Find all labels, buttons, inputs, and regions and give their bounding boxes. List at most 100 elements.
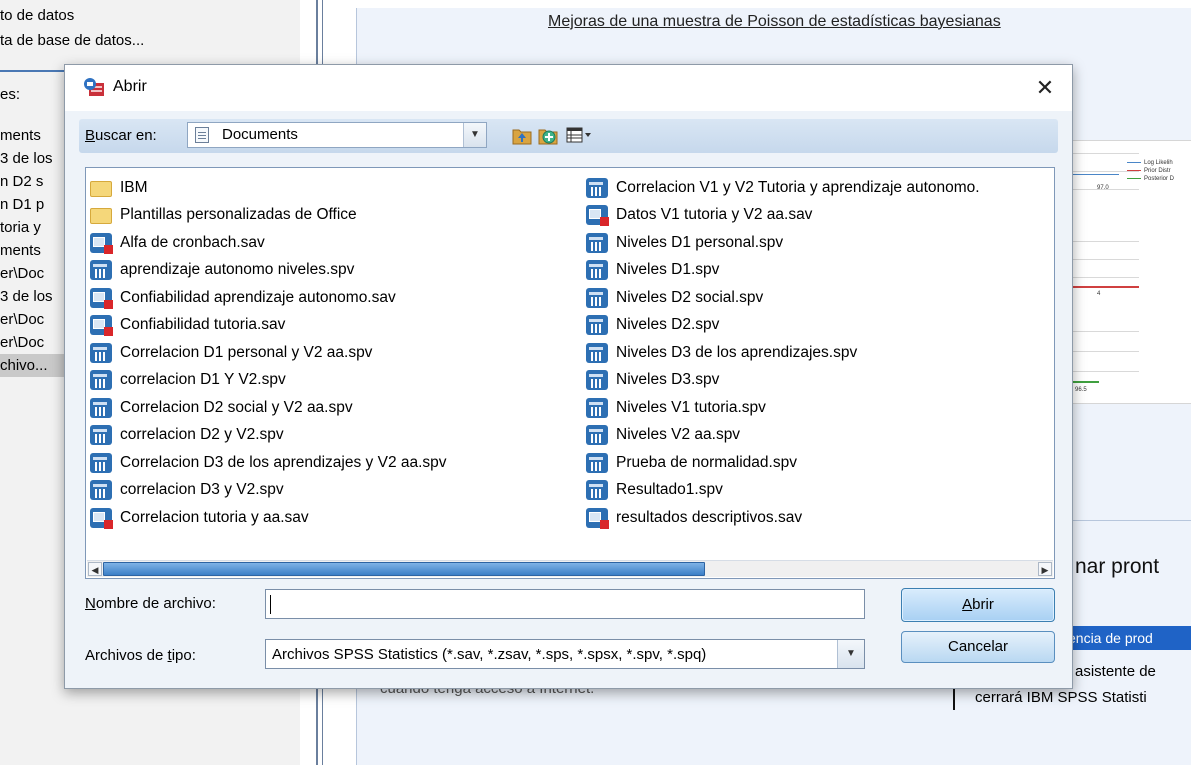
close-icon: ✕ xyxy=(1035,75,1055,100)
close-button[interactable]: ✕ xyxy=(1032,75,1058,101)
file-name: Correlacion V1 y V2 Tutoria y aprendizaj… xyxy=(616,178,980,196)
bg-blue-action-button[interactable]: encia de prod xyxy=(1060,626,1191,650)
look-in-label: Buscar en: xyxy=(85,127,157,144)
bg-recent-item[interactable]: ments xyxy=(0,124,64,147)
file-list-item[interactable]: Alfa de cronbach.sav xyxy=(90,229,580,257)
file-list-column: IBM Plantillas personalizadas de Office Al… xyxy=(90,174,580,532)
bg-recent-item[interactable]: er\Doc xyxy=(0,331,64,354)
open-button[interactable]: Abrir xyxy=(901,588,1055,622)
chevron-down-icon[interactable]: ▼ xyxy=(837,640,864,668)
file-list-item[interactable]: correlacion D2 y V2.spv xyxy=(90,422,580,450)
bg-prompt-heading: nar pront xyxy=(1075,555,1160,578)
file-list-item[interactable]: Datos V1 tutoria y V2 aa.sav xyxy=(586,202,1051,230)
new-folder-icon[interactable] xyxy=(537,124,559,146)
bg-menu-item-data[interactable]: to de datos xyxy=(0,7,74,24)
bg-recent-item[interactable]: 3 de los xyxy=(0,285,64,308)
bg-separator xyxy=(0,70,64,72)
bg-recent-item[interactable]: n D2 s xyxy=(0,170,64,193)
file-name: correlacion D1 Y V2.spv xyxy=(120,371,286,389)
file-list-item[interactable]: Niveles V1 tutoria.spv xyxy=(586,394,1051,422)
file-name: Prueba de normalidad.spv xyxy=(616,453,797,471)
chevron-down-icon[interactable]: ▼ xyxy=(463,123,486,147)
bg-recent-item[interactable]: er\Doc xyxy=(0,308,64,331)
bg-viewer-title[interactable]: Mejoras de una muestra de Poisson de est… xyxy=(548,13,1001,31)
file-type-label: Archivos de tipo: xyxy=(85,647,196,664)
file-list-item[interactable]: resultados descriptivos.sav xyxy=(586,504,1051,532)
up-folder-icon[interactable] xyxy=(511,124,533,146)
file-list-item[interactable]: correlacion D1 Y V2.spv xyxy=(90,367,580,395)
documents-icon xyxy=(195,127,209,143)
file-type-dropdown[interactable]: Archivos SPSS Statistics (*.sav, *.zsav,… xyxy=(265,639,865,669)
horizontal-scrollbar[interactable]: ◀ ▶ xyxy=(87,560,1053,577)
cancel-button[interactable]: Cancelar xyxy=(901,631,1055,663)
bg-recent-item[interactable]: n D1 p xyxy=(0,193,64,216)
file-list-item[interactable]: Prueba de normalidad.spv xyxy=(586,449,1051,477)
bg-rule xyxy=(1068,520,1191,521)
file-list-item[interactable]: Niveles V2 aa.spv xyxy=(586,422,1051,450)
dialog-body: Buscar en: Documents ▼ IBM Plantillas per… xyxy=(65,111,1072,688)
file-list-item[interactable]: Correlacion D2 social y V2 aa.spv xyxy=(90,394,580,422)
file-list-item[interactable]: Plantillas personalizadas de Office xyxy=(90,202,580,230)
file-list-item[interactable]: Resultado1.spv xyxy=(586,477,1051,505)
view-menu-icon[interactable] xyxy=(565,124,593,146)
file-list-column: Correlacion V1 y V2 Tutoria y aprendizaj… xyxy=(586,174,1051,532)
spss-data-file-icon xyxy=(90,287,113,309)
spss-output-file-icon xyxy=(90,425,112,446)
spss-output-file-icon xyxy=(90,452,112,473)
folder-icon xyxy=(90,208,112,225)
spss-output-file-icon xyxy=(586,397,608,418)
file-list-item[interactable]: Correlacion D3 de los aprendizajes y V2 … xyxy=(90,449,580,477)
file-list-item[interactable]: Correlacion tutoria y aa.sav xyxy=(90,504,580,532)
spss-output-file-icon xyxy=(586,452,608,473)
file-list-item[interactable]: Niveles D2.spv xyxy=(586,312,1051,340)
bg-recent-item[interactable]: toria y xyxy=(0,216,64,239)
file-list[interactable]: IBM Plantillas personalizadas de Office Al… xyxy=(85,167,1055,579)
look-in-dropdown[interactable]: Documents ▼ xyxy=(187,122,487,148)
file-name-label: Nombre de archivo: xyxy=(85,595,216,612)
scroll-right-icon[interactable]: ▶ xyxy=(1038,562,1052,576)
file-name: Niveles V1 tutoria.spv xyxy=(616,398,766,416)
file-name: correlacion D3 y V2.spv xyxy=(120,481,284,499)
file-name: Datos V1 tutoria y V2 aa.sav xyxy=(616,206,813,224)
bg-chart-thumbnail: 97.0 4 96.5 Log Likelih Prior Distr Post… xyxy=(1068,140,1191,404)
spss-output-file-icon xyxy=(90,370,112,391)
file-list-item[interactable]: Confiabilidad aprendizaje autonomo.sav xyxy=(90,284,580,312)
spss-output-file-icon xyxy=(586,287,608,308)
bg-info-text: asistente de xyxy=(1075,663,1156,680)
file-list-item[interactable]: Correlacion D1 personal y V2 aa.spv xyxy=(90,339,580,367)
file-name: correlacion D2 y V2.spv xyxy=(120,426,284,444)
file-list-item[interactable]: Correlacion V1 y V2 Tutoria y aprendizaj… xyxy=(586,174,1051,202)
spss-data-file-icon xyxy=(586,507,609,529)
file-list-item[interactable]: Niveles D2 social.spv xyxy=(586,284,1051,312)
file-list-item[interactable]: Niveles D1 personal.spv xyxy=(586,229,1051,257)
file-list-item[interactable]: Niveles D3 de los aprendizajes.spv xyxy=(586,339,1051,367)
file-name: Niveles D1.spv xyxy=(616,261,720,279)
folder-icon xyxy=(90,180,112,197)
bg-recent-item[interactable]: 3 de los xyxy=(0,147,64,170)
file-list-item[interactable]: Niveles D3.spv xyxy=(586,367,1051,395)
bg-chart-label: 96.5 xyxy=(1075,387,1087,393)
file-name: Niveles D2 social.spv xyxy=(616,288,764,306)
spss-output-file-icon xyxy=(90,480,112,501)
file-list-item[interactable]: Niveles D1.spv xyxy=(586,257,1051,285)
open-file-dialog: Abrir ✕ Buscar en: Documents ▼ IBM Plant… xyxy=(64,64,1073,689)
spss-output-file-icon xyxy=(586,260,608,281)
bg-left-heading: es: xyxy=(0,86,21,103)
bg-recent-item[interactable]: er\Doc xyxy=(0,262,64,285)
dialog-titlebar[interactable]: Abrir ✕ xyxy=(65,65,1072,111)
bg-recent-item-more[interactable]: chivo... xyxy=(0,354,64,377)
file-list-item[interactable]: correlacion D3 y V2.spv xyxy=(90,477,580,505)
file-name-input[interactable] xyxy=(265,589,865,619)
scroll-left-icon[interactable]: ◀ xyxy=(88,562,102,576)
file-list-item[interactable]: aprendizaje autonomo niveles.spv xyxy=(90,257,580,285)
file-list-item[interactable]: Confiabilidad tutoria.sav xyxy=(90,312,580,340)
spss-data-file-icon xyxy=(90,315,113,337)
file-list-item[interactable]: IBM xyxy=(90,174,580,202)
file-name: Confiabilidad tutoria.sav xyxy=(120,316,286,334)
look-in-value: Documents xyxy=(222,126,298,143)
file-name: Correlacion tutoria y aa.sav xyxy=(120,508,309,526)
bg-recent-item[interactable]: ments xyxy=(0,239,64,262)
scrollbar-thumb[interactable] xyxy=(103,562,705,576)
bg-chart-label: 4 xyxy=(1097,291,1101,297)
bg-menu-item-database[interactable]: ta de base de datos... xyxy=(0,32,144,49)
